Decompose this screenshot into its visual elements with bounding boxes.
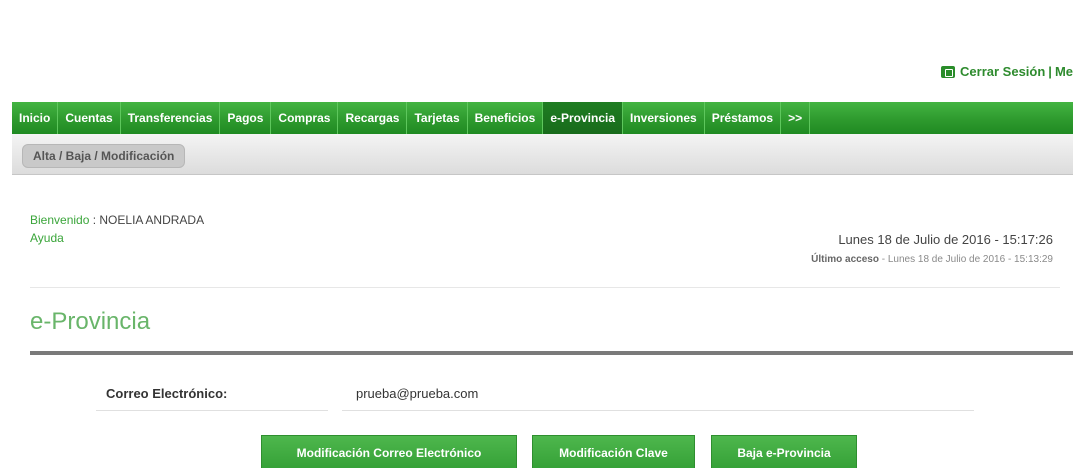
user-name: : NOELIA ANDRADA — [89, 213, 205, 227]
subnav-tab-abm[interactable]: Alta / Baja / Modificación — [22, 144, 186, 168]
last-access: Último acceso - Lunes 18 de Julio de 201… — [811, 254, 1053, 265]
nav-item-inversiones[interactable]: Inversiones — [623, 102, 705, 134]
field-underline — [96, 410, 328, 411]
modify-email-button[interactable]: Modificación Correo Electrónico — [261, 435, 517, 468]
email-value: prueba@prueba.com — [356, 386, 479, 401]
field-underline — [342, 410, 974, 411]
nav-item-beneficios[interactable]: Beneficios — [468, 102, 544, 134]
main-navbar: Inicio Cuentas Transferencias Pagos Comp… — [12, 102, 1073, 134]
session-bar: Cerrar Sesión | Me — [941, 64, 1073, 79]
nav-item-tarjetas[interactable]: Tarjetas — [407, 102, 468, 134]
page-title: e-Provincia — [30, 308, 151, 335]
nav-item-pagos[interactable]: Pagos — [220, 102, 272, 134]
nav-item-recargas[interactable]: Recargas — [338, 102, 408, 134]
nav-item-prestamos[interactable]: Préstamos — [705, 102, 782, 134]
nav-item-cuentas[interactable]: Cuentas — [58, 102, 121, 134]
sub-navbar: Alta / Baja / Modificación — [12, 134, 1073, 175]
modify-password-button[interactable]: Modificación Clave — [532, 435, 695, 468]
nav-item-compras[interactable]: Compras — [271, 102, 339, 134]
last-access-value: - Lunes 18 de Julio de 2016 - 15:13:29 — [878, 254, 1053, 265]
last-access-label: Último acceso — [811, 254, 879, 265]
help-link[interactable]: Ayuda — [30, 231, 64, 245]
logout-link[interactable]: Cerrar Sesión — [960, 64, 1045, 79]
nav-item-more[interactable]: >> — [781, 102, 811, 134]
nav-item-e-provincia[interactable]: e-Provincia — [543, 102, 624, 134]
email-label: Correo Electrónico: — [106, 386, 228, 401]
welcome-line: Bienvenido : NOELIA ANDRADA — [30, 213, 204, 227]
nav-item-transferencias[interactable]: Transferencias — [121, 102, 221, 134]
divider — [30, 287, 1060, 288]
unsubscribe-button[interactable]: Baja e-Provincia — [711, 435, 857, 468]
menu-link[interactable]: Me — [1055, 64, 1073, 79]
page: Cerrar Sesión | Me Inicio Cuentas Transf… — [0, 0, 1073, 468]
logout-icon[interactable] — [941, 65, 956, 78]
nav-item-inicio[interactable]: Inicio — [12, 102, 59, 134]
current-datetime: Lunes 18 de Julio de 2016 - 15:17:26 — [838, 232, 1053, 247]
session-separator: | — [1048, 64, 1052, 79]
welcome-label: Bienvenido — [30, 213, 90, 227]
title-divider — [30, 351, 1073, 355]
